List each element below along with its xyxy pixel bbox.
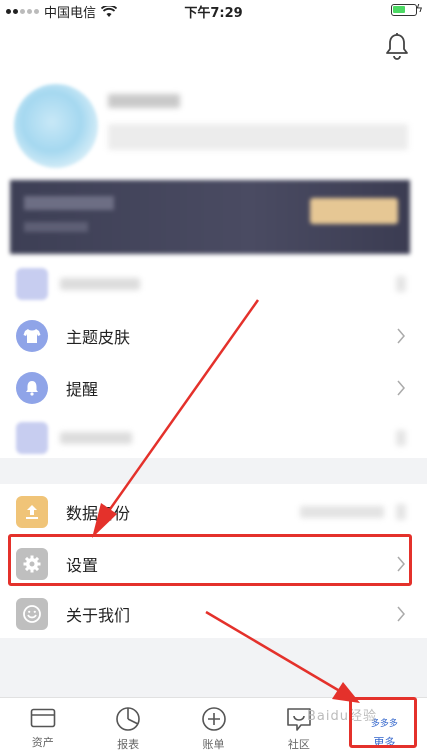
menu-item-backup[interactable]: 数据备份 [0, 486, 427, 538]
menu-label-theme: 主题皮肤 [66, 328, 131, 347]
status-time: 下午7:29 [184, 6, 243, 21]
section-divider [0, 458, 427, 484]
tab-label-community: 社区 [287, 738, 310, 750]
blurred-chevron [396, 504, 406, 520]
backup-status-blurred [300, 506, 384, 518]
gear-icon [16, 548, 48, 580]
smiley-icon [16, 598, 48, 630]
tab-more[interactable]: 多多多 更多 [342, 698, 427, 750]
tab-label-report: 报表 [117, 738, 140, 750]
upload-icon [16, 496, 48, 528]
blurred-icon [16, 422, 48, 454]
profile-info-blurred [108, 124, 408, 150]
username-blurred [108, 94, 180, 108]
menu-item-blurred-1[interactable] [0, 258, 427, 310]
status-bar: 中国电信 下午7:29 ϟ [0, 0, 427, 21]
tab-label-more: 更多 [373, 736, 396, 749]
blurred-chevron [396, 276, 406, 292]
blurred-icon [16, 268, 48, 300]
chevron-right-icon [397, 606, 405, 622]
menu-label-backup: 数据备份 [66, 504, 131, 523]
menu-item-settings[interactable]: 设置 [0, 538, 427, 590]
menu-section-2: 数据备份 设置 关于我们 [0, 484, 427, 638]
tab-report[interactable]: 报表 [85, 698, 170, 750]
vip-banner-blurred[interactable] [10, 180, 410, 254]
chat-bubble-icon [287, 708, 311, 731]
tab-assets[interactable]: 资产 [0, 698, 85, 750]
wallet-icon [30, 708, 56, 728]
menu-item-remind[interactable]: 提醒 [0, 362, 427, 414]
menu-label-settings: 设置 [66, 556, 99, 575]
pie-chart-icon [116, 707, 140, 731]
tab-label-bill: 账单 [202, 738, 225, 750]
chevron-right-icon [397, 556, 405, 572]
charging-icon: ϟ [415, 2, 423, 15]
chevron-right-icon [397, 328, 405, 344]
avatar[interactable] [14, 84, 98, 168]
tab-bar: 资产 报表 账单 社区 多多多 更多 [0, 697, 427, 750]
bell-icon[interactable] [384, 32, 410, 60]
menu-item-about[interactable]: 关于我们 [0, 588, 427, 640]
more-tab-icon: 多多多 [370, 718, 398, 729]
menu-label-remind: 提醒 [66, 380, 99, 399]
plus-circle-icon [201, 707, 226, 731]
blurred-chevron [396, 430, 406, 446]
blurred-label [60, 278, 140, 290]
shirt-icon [16, 320, 48, 352]
bell-icon [16, 372, 48, 404]
tab-bill[interactable]: 账单 [171, 698, 256, 750]
menu-label-about: 关于我们 [66, 606, 131, 625]
tab-community[interactable]: 社区 [256, 698, 341, 750]
battery-icon [391, 4, 417, 16]
menu-item-blurred-2[interactable] [0, 412, 427, 464]
menu-item-theme[interactable]: 主题皮肤 [0, 310, 427, 362]
chevron-right-icon [397, 380, 405, 396]
profile-section: 主题皮肤 提醒 [0, 20, 427, 458]
tab-label-assets: 资产 [31, 736, 54, 749]
blurred-label [60, 432, 132, 444]
